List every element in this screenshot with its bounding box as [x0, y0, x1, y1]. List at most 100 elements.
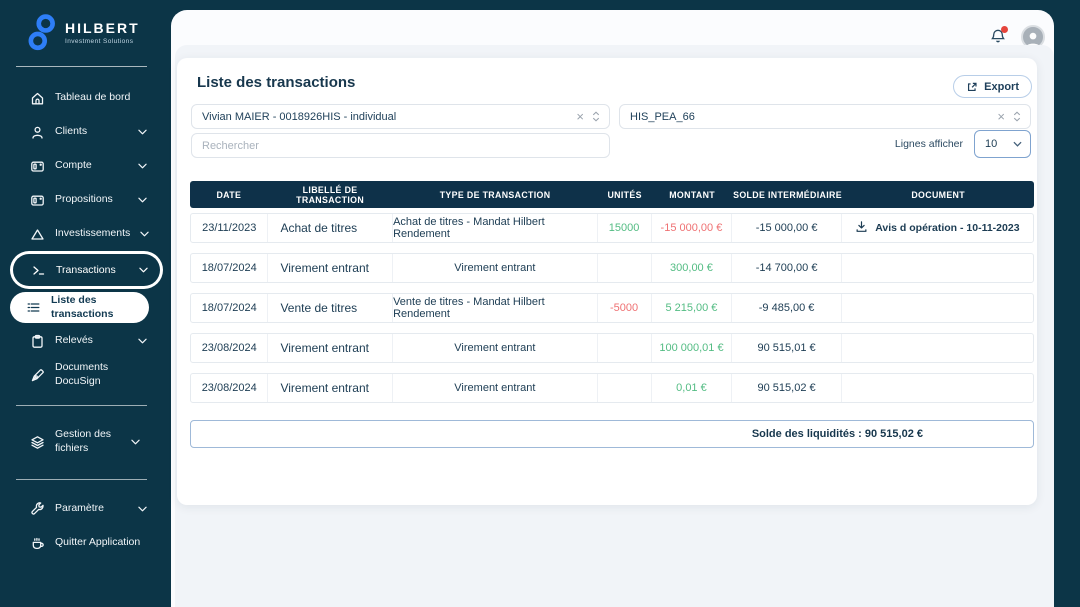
cell-uni: -5000 [598, 294, 652, 322]
table-row: 18/07/2024Virement entrantVirement entra… [190, 253, 1034, 283]
document-download-link[interactable]: Avis d opération - 10-11-2023 [855, 220, 1019, 236]
sidebar-item-label: Paramètre [55, 502, 128, 516]
cell-type: Achat de titres - Mandat Hilbert Rendeme… [393, 214, 598, 242]
sidebar-item-liste-des-transactions[interactable]: Liste des transactions [10, 292, 149, 323]
sidebar-item-documents-docusign[interactable]: Documents DocuSign [0, 358, 163, 392]
sidebar-item-compte[interactable]: Compte [0, 149, 163, 183]
sort-updown-icon[interactable] [592, 111, 600, 122]
column-header-5: MONTANT [652, 190, 733, 200]
chevron-down-icon [131, 436, 140, 448]
sidebar-item-transactions[interactable]: Transactions [10, 251, 163, 289]
sidebar-item-releves[interactable]: Relevés [0, 324, 163, 358]
sidebar-item-propositions[interactable]: Propositions [0, 183, 163, 217]
pen-icon [30, 368, 45, 383]
notification-dot [1001, 26, 1008, 33]
table-body: 23/11/2023Achat de titresAchat de titres… [190, 213, 1034, 403]
sidebar-item-label: Propositions [55, 193, 128, 207]
cell-sol: -15 000,00 € [732, 214, 841, 242]
main-panel: Liste des transactions Export Vivian MAI… [171, 10, 1054, 607]
card-icon [30, 159, 45, 174]
sidebar-item-label: Transactions [56, 264, 129, 276]
table-header-row: DATELIBELLÉ DE TRANSACTIONTYPE DE TRANSA… [190, 181, 1034, 208]
chevron-down-icon [138, 126, 147, 138]
sidebar-item-label: Tableau de bord [55, 91, 147, 105]
cell-lib: Achat de titres [268, 214, 393, 242]
cell-uni: 15000 [598, 214, 652, 242]
sidebar-item-label: Relevés [55, 334, 128, 348]
hilbert-rings-icon [26, 13, 58, 53]
liquidity-total-label: Solde des liquidités : 90 515,02 € [752, 428, 923, 440]
sidebar-item-quitter-application[interactable]: Quitter Application [0, 526, 163, 560]
sidebar-item-clients[interactable]: Clients [0, 115, 163, 149]
cell-date: 18/07/2024 [191, 254, 268, 282]
rows-per-page-select[interactable]: 10 [974, 130, 1031, 158]
sidebar-nav: Tableau de bord Clients Compte Propositions… [0, 81, 163, 560]
cell-date: 23/08/2024 [191, 374, 268, 402]
chevron-down-icon [138, 335, 147, 347]
layers-icon [30, 435, 45, 450]
sidebar-divider [16, 405, 147, 406]
table-row: 18/07/2024Vente de titresVente de titres… [190, 293, 1034, 323]
account-select[interactable]: HIS_PEA_66 × [619, 104, 1031, 129]
cell-mon: 0,01 € [652, 374, 733, 402]
chevron-down-icon [139, 264, 148, 276]
cell-type: Virement entrant [393, 334, 598, 362]
download-icon [855, 220, 868, 236]
search-input[interactable] [191, 133, 610, 158]
column-header-7: DOCUMENT [842, 190, 1034, 200]
cell-sol: 90 515,01 € [732, 334, 841, 362]
cell-uni [598, 334, 652, 362]
account-select-value: HIS_PEA_66 [630, 111, 997, 123]
sidebar-divider [16, 66, 147, 67]
cell-mon: 5 215,00 € [652, 294, 733, 322]
rows-per-page-value: 10 [985, 138, 997, 150]
liquidity-total: Solde des liquidités : 90 515,02 € [190, 420, 1034, 448]
sidebar-item-label: Compte [55, 159, 128, 173]
cell-type: Virement entrant [393, 374, 598, 402]
sidebar: HILBERT Investment Solutions Tableau de … [0, 0, 163, 607]
cell-lib: Virement entrant [268, 334, 393, 362]
sort-updown-icon[interactable] [1013, 111, 1021, 122]
brand-name: HILBERT [65, 21, 140, 35]
sidebar-item-label: Investissements [55, 227, 130, 241]
sidebar-item-label: Liste des transactions [51, 294, 139, 321]
cell-lib: Vente de titres [268, 294, 393, 322]
cell-type: Vente de titres - Mandat Hilbert Rendeme… [393, 294, 598, 322]
content-area: Liste des transactions Export Vivian MAI… [175, 45, 1054, 607]
cell-uni [598, 374, 652, 402]
export-button[interactable]: Export [953, 75, 1032, 98]
cell-sol: 90 515,02 € [732, 374, 841, 402]
cell-sol: -14 700,00 € [732, 254, 841, 282]
cell-uni [598, 254, 652, 282]
cell-mon: 100 000,01 € [652, 334, 733, 362]
sidebar-item-label: Quitter Application [55, 536, 147, 550]
cell-date: 23/11/2023 [191, 214, 268, 242]
page-title: Liste des transactions [197, 74, 355, 91]
chevron-down-icon [140, 228, 149, 240]
sidebar-item-investissements[interactable]: Investissements [0, 217, 163, 251]
sidebar-item-label: Clients [55, 125, 128, 139]
chevron-down-icon [138, 503, 147, 515]
sidebar-item-gestion-des-fichiers[interactable]: Gestion des fichiers [0, 418, 163, 466]
triangle-icon [30, 227, 45, 242]
cell-doc [842, 374, 1033, 402]
clear-icon[interactable]: × [997, 110, 1005, 123]
table-row: 23/11/2023Achat de titresAchat de titres… [190, 213, 1034, 243]
sidebar-item-parametre[interactable]: Paramètre [0, 492, 163, 526]
cell-doc [842, 294, 1033, 322]
clear-icon[interactable]: × [576, 110, 584, 123]
column-header-2: LIBELLÉ DE TRANSACTION [268, 185, 393, 205]
sidebar-item-tableau-de-bord[interactable]: Tableau de bord [0, 81, 163, 115]
cell-type: Virement entrant [393, 254, 598, 282]
export-label: Export [984, 81, 1019, 93]
client-select[interactable]: Vivian MAIER - 0018926HIS - individual × [191, 104, 610, 129]
cell-mon: -15 000,00 € [652, 214, 733, 242]
export-icon [966, 81, 978, 93]
cell-lib: Virement entrant [268, 374, 393, 402]
table-row: 23/08/2024Virement entrantVirement entra… [190, 333, 1034, 363]
cell-lib: Virement entrant [268, 254, 393, 282]
cell-mon: 300,00 € [652, 254, 733, 282]
sidebar-divider [16, 479, 147, 480]
cup-icon [30, 536, 45, 551]
cell-date: 18/07/2024 [191, 294, 268, 322]
